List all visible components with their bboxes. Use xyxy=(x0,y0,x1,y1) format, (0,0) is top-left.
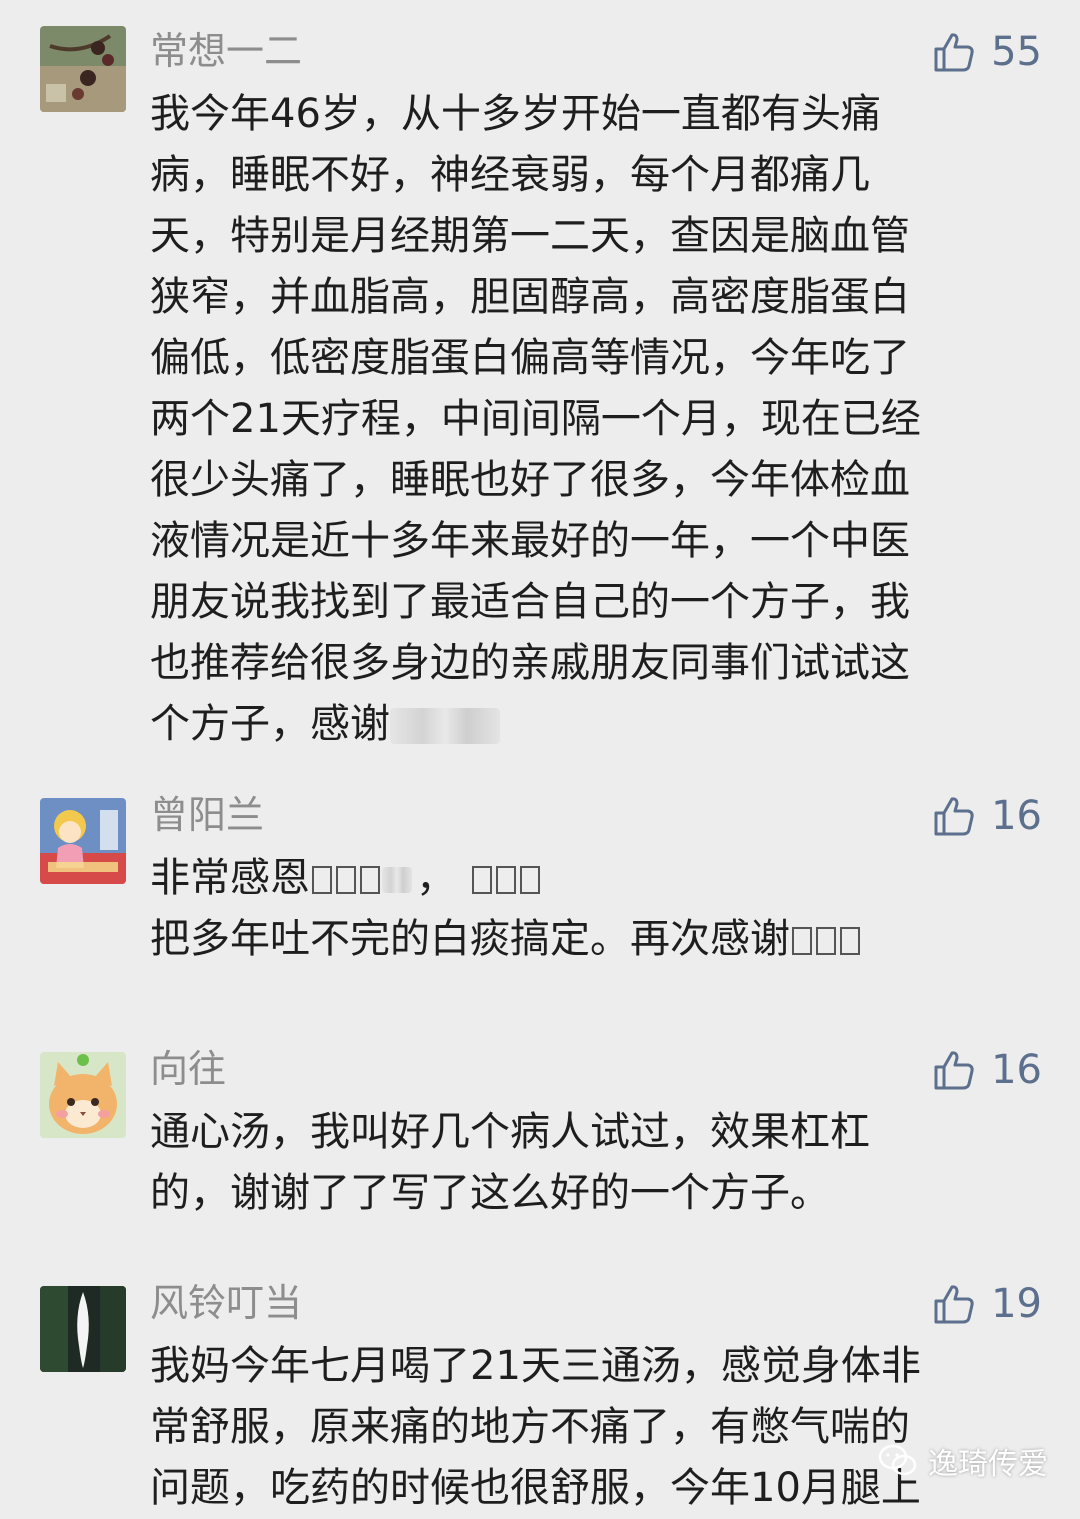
comment-text: 非常感恩 ， 把多年吐不完的白痰搞定。再次感谢 xyxy=(150,848,1030,970)
thumb-up-icon xyxy=(934,1285,974,1324)
comment-line: 的，谢谢了了写了这么好的一个方子。 xyxy=(150,1170,830,1216)
thumb-up-icon xyxy=(934,33,974,72)
like-button[interactable]: 19 xyxy=(933,1280,1042,1328)
comment-line: 我今年46岁，从十多岁开始一直都有头痛 xyxy=(150,91,881,137)
wechat-icon xyxy=(878,1444,917,1476)
like-count: 19 xyxy=(991,1281,1042,1327)
comment-line: 通心汤，我叫好几个病人试过，效果杠杠 xyxy=(150,1109,870,1155)
comment-line: 液情况是近十多年来最好的一年，一个中医 xyxy=(150,518,910,564)
comment-line: 把多年吐不完的白痰搞定。再次感谢 xyxy=(150,909,1030,970)
emoji-placeholder-icon xyxy=(520,866,540,894)
emoji-placeholder-icon xyxy=(496,866,516,894)
emoji-placeholder-icon xyxy=(840,927,860,955)
redacted-text xyxy=(382,867,412,893)
nickname[interactable]: 风铃叮当 xyxy=(150,1278,302,1328)
emoji-placeholder-icon xyxy=(792,927,812,955)
emoji-placeholder-icon xyxy=(816,927,836,955)
like-button[interactable]: 55 xyxy=(933,28,1042,76)
comment-line: 天，特别是月经期第一二天，查因是脑血管 xyxy=(150,213,910,259)
comment-line: 朋友说我找到了最适合自己的一个方子，我 xyxy=(150,579,910,625)
emoji-placeholder-icon xyxy=(336,866,356,894)
thumb-up-icon xyxy=(934,797,974,836)
comment-line-separator: ， xyxy=(416,855,456,901)
like-count: 16 xyxy=(991,793,1042,839)
emoji-placeholder-icon xyxy=(312,866,332,894)
comment-text: 通心汤，我叫好几个病人试过，效果杠杠 的，谢谢了了写了这么好的一个方子。 xyxy=(150,1102,1030,1224)
comment-line: 也推荐给很多身边的亲戚朋友同事们试试这 xyxy=(150,640,910,686)
watermark: 逸琦传爱 xyxy=(878,1439,1048,1483)
like-count: 55 xyxy=(991,29,1042,75)
comment-line: 狭窄，并血脂高，胆固醇高，高密度脂蛋白 xyxy=(150,274,910,320)
emoji-placeholder-icon xyxy=(360,866,380,894)
comment-line-text: 非常感恩 xyxy=(150,855,310,901)
comment-line: 偏低，低密度脂蛋白偏高等情况，今年吃了 xyxy=(150,335,910,381)
comment-line: 我妈今年七月喝了21天三通汤，感觉身体非 xyxy=(150,1343,921,1389)
comment-line: 非常感恩 ， xyxy=(150,848,1030,909)
comment-line: 很少头痛了，睡眠也好了很多，今年体检血 xyxy=(150,457,910,503)
comment-text: 我今年46岁，从十多岁开始一直都有头痛 病，睡眠不好，神经衰弱，每个月都痛几 天… xyxy=(150,84,1030,755)
nickname[interactable]: 曾阳兰 xyxy=(150,790,264,840)
like-button[interactable]: 16 xyxy=(933,792,1042,840)
emoji-placeholder-icon xyxy=(472,866,492,894)
nickname[interactable]: 常想一二 xyxy=(150,26,302,76)
comment-line: 病，睡眠不好，神经衰弱，每个月都痛几 xyxy=(150,152,870,198)
redacted-text xyxy=(390,708,500,744)
comment-line: 个方子，感谢 xyxy=(150,694,1030,755)
comment-line: 两个21天疗程，中间间隔一个月，现在已经 xyxy=(150,396,921,442)
avatar[interactable] xyxy=(40,1286,126,1372)
watermark-text: 逸琦传爱 xyxy=(928,1447,1048,1482)
comment-line-text: 把多年吐不完的白痰搞定。再次感谢 xyxy=(150,916,790,962)
avatar[interactable] xyxy=(40,1052,126,1138)
avatar[interactable] xyxy=(40,798,126,884)
like-count: 16 xyxy=(991,1047,1042,1093)
thumb-up-icon xyxy=(934,1051,974,1090)
comment-line-text: 个方子，感谢 xyxy=(150,701,390,747)
nickname[interactable]: 向往 xyxy=(150,1044,226,1094)
like-button[interactable]: 16 xyxy=(933,1046,1042,1094)
avatar[interactable] xyxy=(40,26,126,112)
comment-text: 我妈今年七月喝了21天三通汤，感觉身体非 常舒服，原来痛的地方不痛了，有憋气喘的… xyxy=(150,1336,1030,1519)
